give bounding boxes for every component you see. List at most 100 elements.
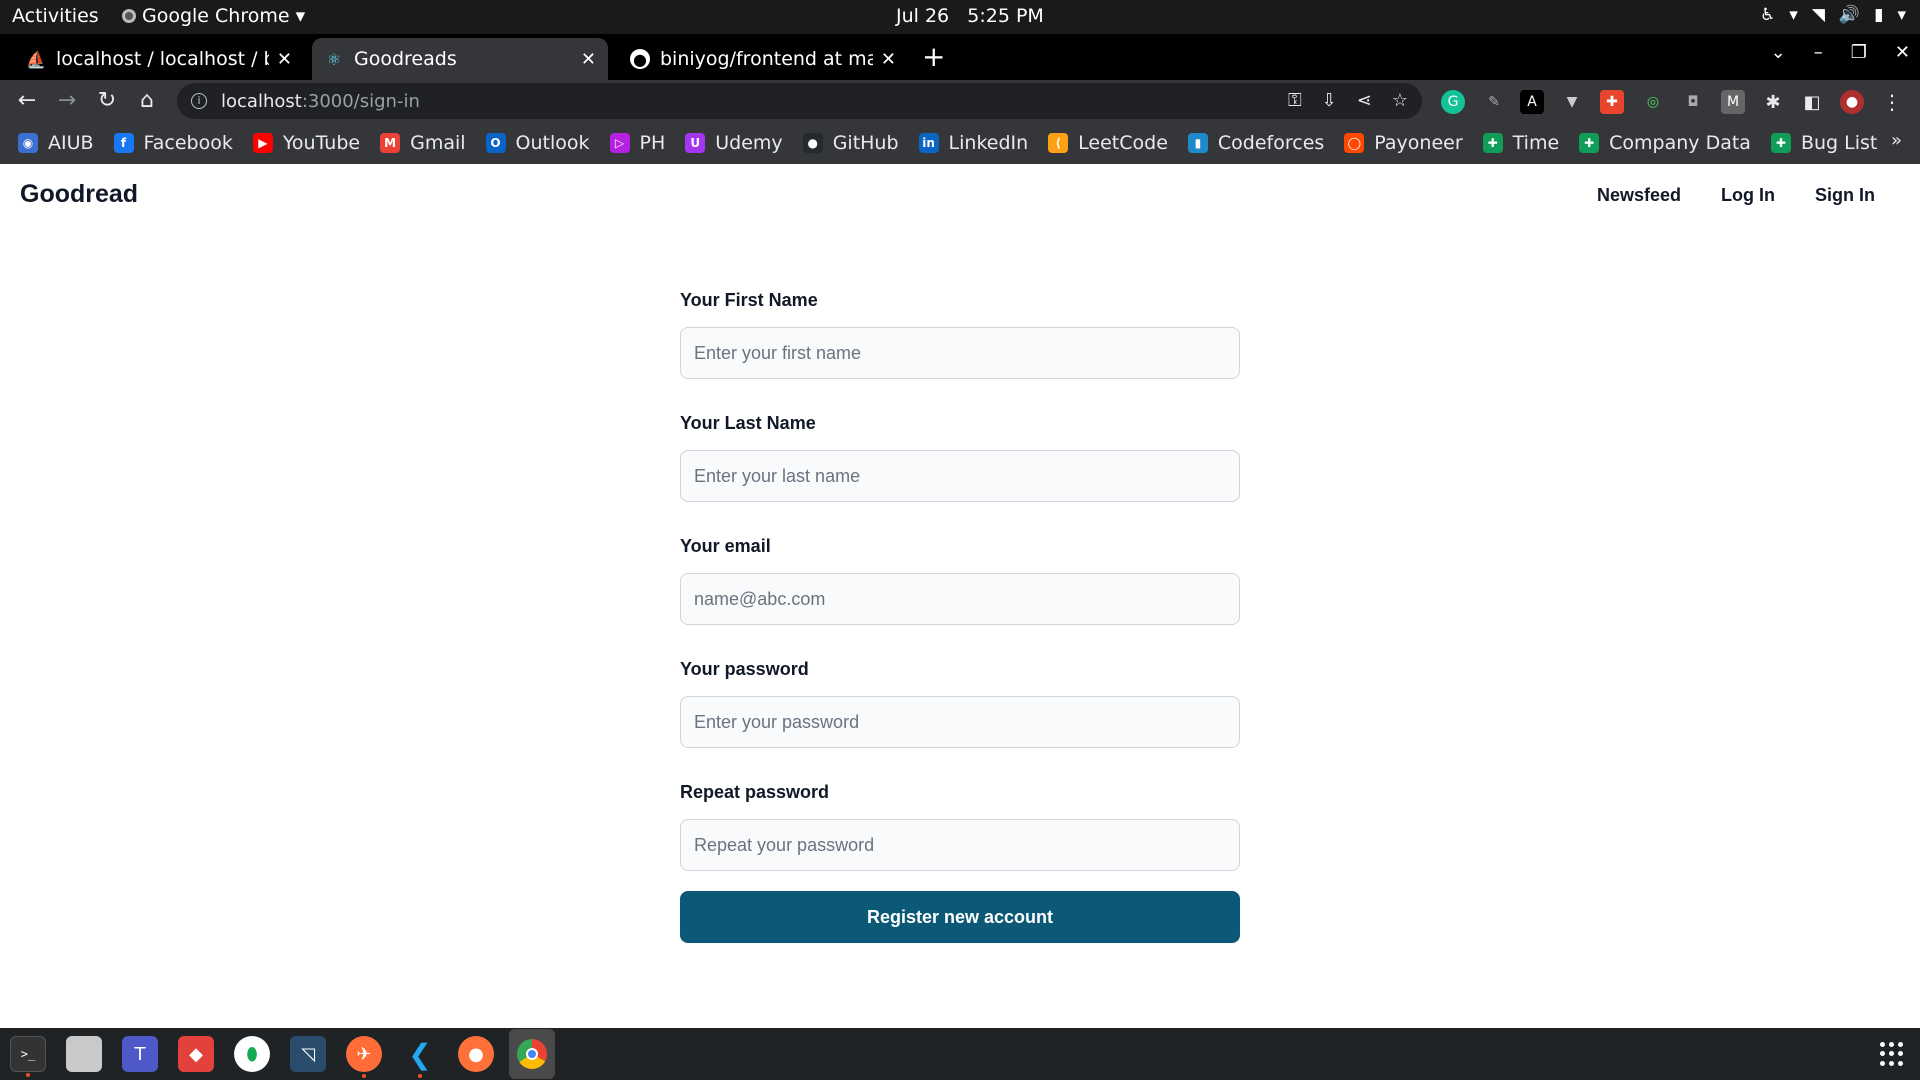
minimize-icon[interactable]: – bbox=[1814, 42, 1823, 63]
terminal-icon[interactable]: >_ bbox=[10, 1036, 46, 1077]
close-icon[interactable]: ✕ bbox=[277, 49, 292, 70]
bookmark-linkedin[interactable]: in LinkedIn bbox=[918, 132, 1029, 154]
react-icon: ⚛ bbox=[326, 49, 342, 69]
extensions-icon[interactable]: ✱ bbox=[1761, 90, 1785, 114]
bookmark-company-data[interactable]: ✚ Company Data bbox=[1579, 132, 1751, 154]
bookmark-label: Time bbox=[1512, 132, 1560, 154]
bookmark-leetcode[interactable]: ⟨ LeetCode bbox=[1048, 132, 1168, 154]
bookmark-codeforces[interactable]: ▮ Codeforces bbox=[1187, 132, 1324, 154]
tab-phpmyadmin[interactable]: ⛵ localhost / localhost / bini ✕ bbox=[14, 38, 304, 80]
firefox-icon[interactable]: ● bbox=[458, 1036, 494, 1072]
email-input[interactable] bbox=[680, 573, 1240, 625]
target-ext-icon[interactable]: ◎ bbox=[1641, 90, 1665, 114]
chrome-icon bbox=[122, 9, 136, 23]
forward-icon[interactable]: → bbox=[54, 88, 80, 113]
profile-avatar-icon[interactable]: ● bbox=[1840, 90, 1864, 114]
bookmark-label: Outlook bbox=[515, 132, 590, 154]
repeat-password-input[interactable] bbox=[680, 819, 1240, 871]
outlook-icon: O bbox=[485, 133, 506, 153]
web-page: Goodread Newsfeed Log In Sign In Your Fi… bbox=[0, 164, 1920, 1028]
password-input[interactable] bbox=[680, 696, 1240, 748]
site-info-icon[interactable]: i bbox=[191, 93, 207, 109]
files-icon[interactable] bbox=[66, 1036, 102, 1072]
last-name-input[interactable] bbox=[680, 450, 1240, 502]
bookmark-github[interactable]: ● GitHub bbox=[802, 132, 899, 154]
pen-tool-icon[interactable]: ✎ bbox=[1482, 90, 1506, 114]
bookmark-label: Company Data bbox=[1609, 132, 1751, 154]
close-icon[interactable]: ✕ bbox=[581, 49, 596, 70]
udemy-icon: U bbox=[685, 133, 706, 153]
bookmark-label: Payoneer bbox=[1374, 132, 1463, 154]
bookmark-label: LeetCode bbox=[1078, 132, 1168, 154]
address-bar[interactable]: i localhost:3000/sign-in ⚿ ⇩ ⋖ ☆ bbox=[177, 83, 1422, 119]
app-menu[interactable]: Google Chrome ▾ bbox=[122, 5, 305, 27]
sheets-icon: ✚ bbox=[1482, 133, 1503, 153]
tab-search-icon[interactable]: ⌄ bbox=[1771, 42, 1786, 63]
bookmark-bug-list[interactable]: ✚ Bug List bbox=[1770, 132, 1877, 154]
first-name-input[interactable] bbox=[680, 327, 1240, 379]
chrome-dock-item[interactable] bbox=[509, 1029, 555, 1079]
nav-signin[interactable]: Sign In bbox=[1815, 185, 1875, 206]
install-icon[interactable]: ⇩ bbox=[1322, 90, 1337, 111]
registration-form: Your First Name Your Last Name Your emai… bbox=[680, 290, 1240, 943]
postman-icon[interactable]: ✈ bbox=[346, 1036, 382, 1078]
accessibility-icon[interactable]: ♿ bbox=[1760, 5, 1775, 25]
key-icon[interactable]: ⚿ bbox=[1288, 90, 1302, 111]
taskbar-dock: >_ T ◆ ⬮ ◹ ✈ ❮ ● bbox=[0, 1028, 1920, 1080]
close-window-icon[interactable]: ✕ bbox=[1895, 42, 1910, 63]
bookmark-ph[interactable]: ▷ PH bbox=[609, 132, 665, 154]
gmail-icon: M bbox=[380, 133, 401, 153]
side-panel-icon[interactable]: ◧ bbox=[1800, 90, 1824, 114]
nav-newsfeed[interactable]: Newsfeed bbox=[1597, 185, 1681, 206]
close-icon[interactable]: ✕ bbox=[881, 49, 896, 70]
menu-kebab-icon[interactable]: ⋮ bbox=[1880, 90, 1904, 114]
home-icon[interactable]: ⌂ bbox=[134, 88, 160, 113]
star-icon[interactable]: ☆ bbox=[1392, 90, 1408, 111]
font-ext-icon[interactable]: A bbox=[1520, 90, 1544, 114]
v-ext-icon[interactable]: ▼ bbox=[1560, 90, 1584, 114]
mongodb-compass-icon[interactable]: ⬮ bbox=[234, 1036, 270, 1072]
camera-icon[interactable]: ◘ bbox=[1681, 90, 1705, 114]
back-icon[interactable]: ← bbox=[14, 88, 40, 113]
m-ext-icon[interactable]: M bbox=[1721, 90, 1745, 114]
bookmark-outlook[interactable]: O Outlook bbox=[485, 132, 590, 154]
activities-button[interactable]: Activities bbox=[12, 5, 99, 27]
tab-strip: ⛵ localhost / localhost / bini ✕ ⚛ Goodr… bbox=[0, 34, 1920, 80]
nav-login[interactable]: Log In bbox=[1721, 185, 1775, 206]
bookmark-facebook[interactable]: f Facebook bbox=[113, 132, 233, 154]
window-controls: ⌄ – ❐ ✕ bbox=[1771, 42, 1910, 63]
mysql-workbench-icon[interactable]: ◹ bbox=[290, 1036, 326, 1072]
system-tray[interactable]: ♿ ▾ ◥ 🔊 ▮ ▾ bbox=[1760, 5, 1906, 25]
new-tab-button[interactable]: + bbox=[922, 40, 945, 73]
bookmark-label: LinkedIn bbox=[948, 132, 1029, 154]
teams-icon[interactable]: T bbox=[122, 1036, 158, 1072]
git-client-icon[interactable]: ◆ bbox=[178, 1036, 214, 1072]
bookmark-time[interactable]: ✚ Time bbox=[1482, 132, 1560, 154]
tab-github[interactable]: ● biniyog/frontend at main ✕ bbox=[618, 38, 908, 80]
register-button[interactable]: Register new account bbox=[680, 891, 1240, 943]
bug-ext-icon[interactable]: ✚ bbox=[1600, 90, 1624, 114]
wifi-icon: ◥ bbox=[1811, 5, 1825, 25]
bookmark-gmail[interactable]: M Gmail bbox=[380, 132, 466, 154]
tab-goodreads[interactable]: ⚛ Goodreads ✕ bbox=[312, 38, 608, 80]
clock[interactable]: Jul 26 5:25 PM bbox=[896, 5, 1044, 27]
restore-icon[interactable]: ❐ bbox=[1851, 42, 1867, 63]
github-icon: ● bbox=[802, 133, 823, 153]
more-bookmarks-icon[interactable]: » bbox=[1891, 130, 1902, 151]
vscode-icon[interactable]: ❮ bbox=[402, 1036, 438, 1078]
bookmark-aiub[interactable]: ◉ AIUB bbox=[18, 132, 94, 154]
show-apps-icon[interactable] bbox=[1880, 1042, 1904, 1066]
site-logo[interactable]: Goodread bbox=[20, 180, 138, 209]
repeat-password-group: Repeat password bbox=[680, 782, 1240, 871]
bookmark-udemy[interactable]: U Udemy bbox=[685, 132, 783, 154]
bookmarks-bar: ◉ AIUB f Facebook ▶ YouTube M Gmail O Outlook ▷ PH U… bbox=[0, 122, 1920, 164]
last-name-label: Your Last Name bbox=[680, 413, 816, 433]
caret-down-icon: ▾ bbox=[295, 5, 306, 27]
bookmark-payoneer[interactable]: ◯ Payoneer bbox=[1344, 132, 1463, 154]
time-label: 5:25 PM bbox=[967, 5, 1044, 27]
bookmark-youtube[interactable]: ▶ YouTube bbox=[252, 132, 360, 154]
share-icon[interactable]: ⋖ bbox=[1357, 90, 1372, 111]
grammarly-icon[interactable]: G bbox=[1441, 90, 1465, 114]
reload-icon[interactable]: ↻ bbox=[94, 88, 120, 113]
facebook-icon: f bbox=[113, 133, 134, 153]
